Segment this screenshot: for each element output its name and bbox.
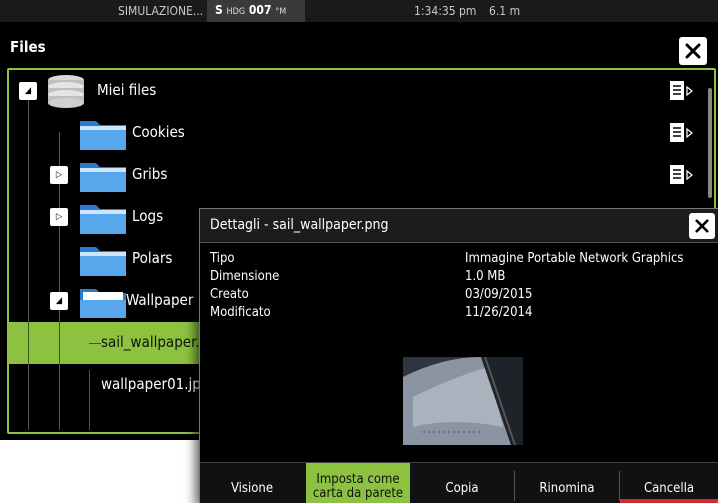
view-button[interactable]: Visione xyxy=(200,463,304,503)
copy-button[interactable]: Copia xyxy=(410,463,514,503)
row-label: Polars xyxy=(132,249,173,267)
files-title: Files xyxy=(10,38,46,56)
set-wallpaper-label-2: carta da parete xyxy=(312,486,404,501)
row-label: Gribs xyxy=(132,165,168,183)
prop-type-key: Tipo xyxy=(210,251,235,266)
folder-open-icon xyxy=(80,289,126,318)
scrollbar[interactable] xyxy=(708,88,712,198)
prop-size-key: Dimensione xyxy=(210,269,280,284)
close-icon xyxy=(695,219,709,233)
details-close-button[interactable] xyxy=(689,213,715,239)
tree-row-gribs[interactable]: ▷ Gribs xyxy=(9,154,714,196)
file-options-icon[interactable] xyxy=(669,164,693,186)
heading-prefix: S xyxy=(215,3,223,17)
tree-row-miei-files[interactable]: ◢ Miei files xyxy=(9,70,714,112)
file-options-icon[interactable] xyxy=(669,122,693,144)
row-label: wallpaper01.jpg xyxy=(101,375,210,393)
tree-line xyxy=(89,343,101,344)
details-dialog: Dettagli - sail_wallpaper.png Tipo Immag… xyxy=(199,208,718,503)
row-label: Cookies xyxy=(132,123,185,141)
image-preview xyxy=(403,357,523,445)
folder-icon xyxy=(80,247,126,276)
details-button-bar: Visione Imposta come carta da parete Cop… xyxy=(200,462,718,503)
heading-unit: °M xyxy=(275,7,287,17)
row-label: Miei files xyxy=(97,81,157,99)
heading-label: HDG xyxy=(226,7,246,17)
folder-icon xyxy=(80,163,126,192)
set-wallpaper-button[interactable]: Imposta come carta da parete xyxy=(306,463,410,503)
row-label: Wallpaper xyxy=(126,291,194,309)
rename-button[interactable]: Rinomina xyxy=(515,463,619,503)
prop-created-key: Creato xyxy=(210,287,249,302)
set-wallpaper-label-1: Imposta come xyxy=(316,472,400,487)
prop-created-value: 03/09/2015 xyxy=(465,287,533,302)
sail-thumbnail xyxy=(403,357,523,445)
tree-line xyxy=(59,322,60,364)
prop-modified-value: 11/26/2014 xyxy=(465,305,533,320)
folder-icon xyxy=(80,121,126,150)
prop-type-value: Immagine Portable Network Graphics xyxy=(465,251,684,266)
simulation-status: SIMULAZIONE... xyxy=(118,4,204,18)
storage-icon xyxy=(48,75,84,108)
expand-icon[interactable]: ▷ xyxy=(50,166,68,184)
row-label: Logs xyxy=(132,207,164,225)
folder-icon xyxy=(80,205,126,234)
prop-modified-key: Modificato xyxy=(210,305,271,320)
files-close-button[interactable] xyxy=(679,37,707,65)
close-icon xyxy=(685,43,701,59)
heading-readout[interactable]: S HDG 007 °M xyxy=(207,0,305,22)
tree-row-cookies[interactable]: Cookies xyxy=(9,112,714,154)
distance-readout: 6.1 m xyxy=(489,4,521,18)
expand-icon[interactable]: ▷ xyxy=(50,208,68,226)
status-bar: SIMULAZIONE... S HDG 007 °M 1:34:35 pm 6… xyxy=(0,0,718,22)
prop-size-value: 1.0 MB xyxy=(465,269,506,284)
details-header: Dettagli - sail_wallpaper.png xyxy=(200,209,718,243)
collapse-icon[interactable]: ◢ xyxy=(50,292,68,310)
details-title: Dettagli - sail_wallpaper.png xyxy=(210,217,389,233)
clock: 1:34:35 pm xyxy=(414,4,477,18)
collapse-icon[interactable]: ◢ xyxy=(19,82,37,100)
delete-button[interactable]: Cancella xyxy=(620,463,718,503)
file-options-icon[interactable] xyxy=(669,80,693,102)
delete-indicator xyxy=(620,499,718,503)
tree-line xyxy=(28,322,29,364)
heading-value: 007 xyxy=(248,3,272,17)
